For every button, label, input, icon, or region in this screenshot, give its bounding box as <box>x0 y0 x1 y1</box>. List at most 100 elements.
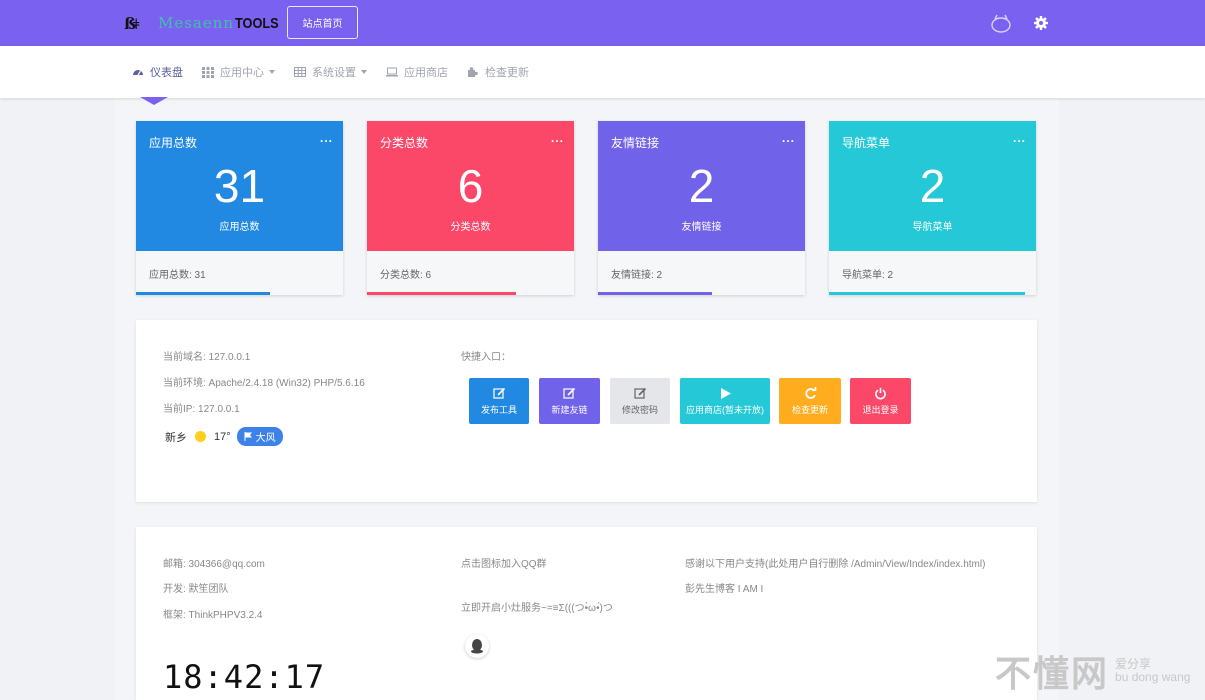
stat-card-links[interactable]: 友情链接 ... 2 友情链接 友情链接: 2 <box>598 121 805 295</box>
stat-card-subtitle: 应用总数 <box>219 222 260 233</box>
stat-card-footer: 导航菜单: 2 <box>842 270 894 281</box>
service-text: 立即开启小灶服务~=≡Σ(((つ•̀ω•́)つ <box>461 603 613 614</box>
watermark: 不懂网 爱分享 bu dong wang <box>995 645 1190 697</box>
site-home-button[interactable]: 站点首页 <box>287 6 358 39</box>
svg-text:ǂ: ǂ <box>133 17 140 33</box>
quick-button-label: 修改密码 <box>621 404 658 415</box>
more-icon[interactable]: ... <box>1013 131 1026 145</box>
watermark-title: 不懂网 <box>995 653 1110 694</box>
stat-card-footer: 友情链接: 2 <box>611 270 663 281</box>
stat-card-title: 应用总数 <box>149 136 198 150</box>
stat-card-value: 2 <box>688 160 715 212</box>
stat-card-header: 导航菜单 ... 2 导航菜单 <box>829 121 1036 251</box>
more-icon[interactable]: ... <box>320 131 333 145</box>
edit-icon <box>563 387 576 399</box>
stat-card-title: 分类总数 <box>380 136 429 150</box>
quick-button-label: 应用商店(暂未开放) <box>686 404 764 415</box>
stat-card-header: 友情链接 ... 2 友情链接 <box>598 121 805 251</box>
logo-mark-icon: ßǂ <box>124 13 146 33</box>
weather-widget[interactable]: 新乡 17° 大风 <box>165 427 283 446</box>
chevron-down-icon <box>361 70 367 74</box>
wind-label: 大风 <box>255 433 276 444</box>
contact-email: 邮箱: 304366@qq.com <box>163 559 265 570</box>
thanks-text: 感谢以下用户支持(此处用户自行删除 /Admin/View/Index/inde… <box>685 559 986 570</box>
logo-word-secondary: TOOLS <box>235 14 279 32</box>
stat-card-categories[interactable]: 分类总数 ... 6 分类总数 分类总数: 6 <box>367 121 574 295</box>
nav-item-check-update[interactable]: 检查更新 <box>467 64 529 80</box>
stat-card-progress <box>598 292 712 295</box>
puzzle-icon <box>467 66 479 78</box>
qq-group-text: 点击图标加入QQ群 <box>461 559 547 570</box>
wind-badge: 大风 <box>236 427 283 446</box>
stat-card-title: 导航菜单 <box>842 136 891 150</box>
change-password-button[interactable]: 修改密码 <box>610 378 670 424</box>
stat-card-subtitle: 分类总数 <box>450 222 491 233</box>
stat-card-header: 分类总数 ... 6 分类总数 <box>367 121 574 251</box>
new-link-button[interactable]: 新建友链 <box>539 378 600 424</box>
stat-card-nav-menus[interactable]: 导航菜单 ... 2 导航菜单 导航菜单: 2 <box>829 121 1036 295</box>
framework-info: 框架: ThinkPHPV3.2.4 <box>163 610 263 621</box>
edit-icon <box>492 387 505 399</box>
flag-icon <box>244 432 252 441</box>
gear-icon[interactable] <box>1029 11 1053 35</box>
stat-card-progress <box>136 292 270 295</box>
logo[interactable]: ßǂ Mesaenn TOOLS <box>124 13 286 33</box>
top-bar: ßǂ Mesaenn TOOLS 站点首页 <box>0 0 1205 46</box>
nav-item-label: 仪表盘 <box>150 67 183 79</box>
nav-item-app-store[interactable]: 应用商店 <box>386 64 448 80</box>
digital-clock: 18:42:17 <box>163 658 326 696</box>
nav-active-pointer <box>140 97 168 105</box>
stat-card-footer: 分类总数: 6 <box>380 270 432 281</box>
chevron-down-icon <box>269 70 275 74</box>
refresh-icon <box>804 386 816 399</box>
server-info-panel: 当前域名: 127.0.0.1 当前环境: Apache/2.4.18 (Win… <box>136 320 1037 502</box>
grid-icon <box>202 66 214 78</box>
nav-item-dashboard[interactable]: 仪表盘 <box>132 64 183 80</box>
sun-icon <box>195 431 206 442</box>
stat-card-subtitle: 导航菜单 <box>912 222 953 233</box>
quick-button-label: 检查更新 <box>791 404 828 415</box>
watermark-small-1: 爱分享 <box>1115 657 1152 671</box>
laptop-icon <box>386 66 398 78</box>
stat-card-progress <box>829 292 1025 295</box>
dashboard-icon <box>132 66 144 78</box>
logo-word-primary: Mesaenn <box>158 14 235 32</box>
main-nav: 仪表盘 应用中心 系统设置 应用商店 检查更新 <box>132 46 548 98</box>
watermark-small-2: bu dong wang <box>1115 670 1191 684</box>
nav-item-label: 应用商店 <box>404 67 448 79</box>
stat-card-title: 友情链接 <box>611 136 660 150</box>
bell-icon[interactable] <box>989 11 1013 35</box>
current-domain: 当前域名: 127.0.0.1 <box>163 352 251 363</box>
nav-item-app-center[interactable]: 应用中心 <box>202 64 275 80</box>
check-update-button[interactable]: 检查更新 <box>779 378 841 424</box>
developer-info: 开发: 默笙团队 <box>163 584 229 595</box>
nav-item-label: 应用中心 <box>220 67 264 79</box>
quick-button-label: 退出登录 <box>862 404 899 415</box>
more-icon[interactable]: ... <box>551 131 564 145</box>
weather-city: 新乡 <box>165 431 187 444</box>
qq-penguin-icon[interactable] <box>465 634 489 658</box>
stat-card-progress <box>367 292 516 295</box>
current-environment: 当前环境: Apache/2.4.18 (Win32) PHP/5.6.16 <box>163 378 365 389</box>
logout-button[interactable]: 退出登录 <box>850 378 911 424</box>
stat-card-subtitle: 友情链接 <box>681 222 722 233</box>
stat-card-value: 31 <box>213 160 266 212</box>
play-icon <box>720 387 731 399</box>
publish-tool-button[interactable]: 发布工具 <box>469 378 529 424</box>
watermark-subtitle: 爱分享 bu dong wang <box>1115 658 1190 684</box>
stat-card-apps[interactable]: 应用总数 ... 31 应用总数 应用总数: 31 <box>136 121 343 295</box>
table-icon <box>294 66 306 78</box>
about-panel: 邮箱: 304366@qq.com 开发: 默笙团队 框架: ThinkPHPV… <box>136 527 1037 700</box>
weather-temperature: 17° <box>214 430 231 443</box>
more-icon[interactable]: ... <box>782 131 795 145</box>
quick-button-label: 新建友链 <box>551 404 588 415</box>
blog-link[interactable]: 彭先生博客 I AM I <box>685 580 763 595</box>
app-store-button[interactable]: 应用商店(暂未开放) <box>680 378 770 424</box>
stat-card-value: 6 <box>457 160 484 212</box>
stat-card-header: 应用总数 ... 31 应用总数 <box>136 121 343 251</box>
nav-item-system-settings[interactable]: 系统设置 <box>294 64 367 80</box>
nav-item-label: 系统设置 <box>312 67 356 79</box>
edit-icon <box>633 387 646 399</box>
stat-card-footer: 应用总数: 31 <box>149 270 206 281</box>
nav-bar: 仪表盘 应用中心 系统设置 应用商店 检查更新 <box>0 46 1205 98</box>
